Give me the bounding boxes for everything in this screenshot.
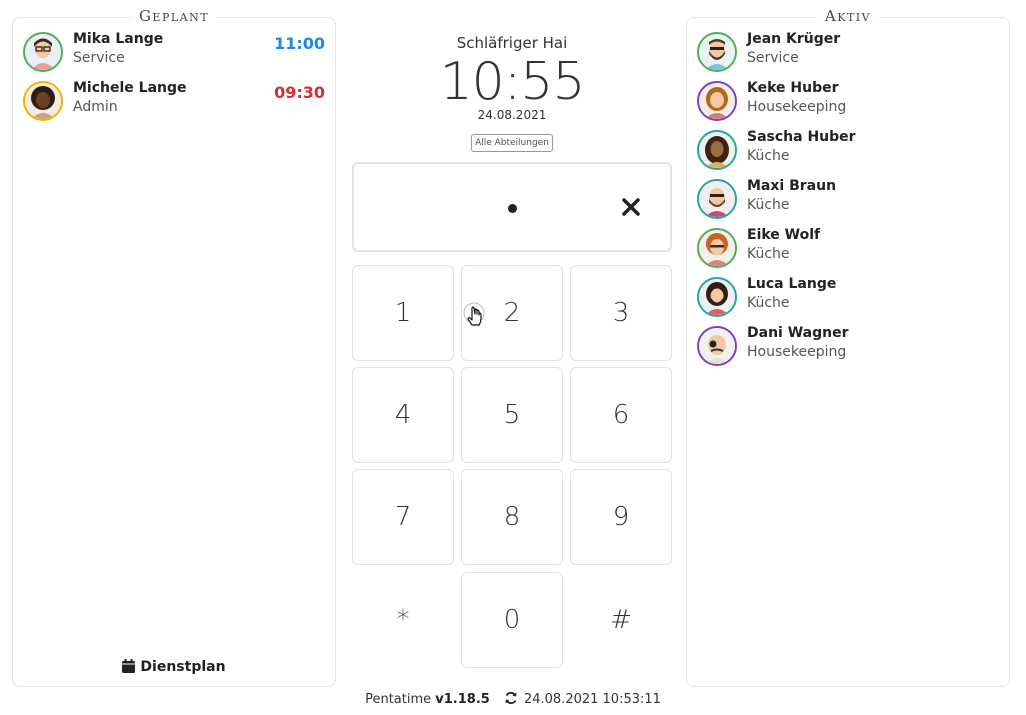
department-filter-button[interactable]: Alle Abteilungen xyxy=(471,134,553,152)
person-name: Jean Krüger xyxy=(747,31,841,47)
avatar xyxy=(697,326,737,366)
person-department: Küche xyxy=(747,148,790,164)
person-name: Luca Lange xyxy=(747,276,837,292)
person-department: Küche xyxy=(747,197,790,213)
avatar xyxy=(697,179,737,219)
active-person-eike[interactable]: Eike Wolf Küche xyxy=(697,227,999,272)
person-name: Mika Lange xyxy=(73,31,164,47)
key-hash[interactable]: # xyxy=(570,572,672,668)
avatar xyxy=(697,81,737,121)
planned-panel: Geplant Mika Lange Service 11:00 Michele… xyxy=(12,7,336,687)
active-person-keke[interactable]: Keke Huber Housekeeping xyxy=(697,80,999,125)
person-name: Dani Wagner xyxy=(747,325,849,341)
key-5[interactable]: 5 xyxy=(461,367,563,463)
avatar xyxy=(697,32,737,72)
clock: 10:55 xyxy=(439,52,586,112)
status-footer: Pentatime v1.18.5 24.08.2021 10:53:11 xyxy=(0,691,1026,707)
person-department: Service xyxy=(73,50,125,66)
close-icon[interactable] xyxy=(620,196,642,218)
planned-time: 11:00 xyxy=(274,34,325,53)
planned-person-michele[interactable]: Michele Lange Admin 09:30 xyxy=(23,80,325,125)
avatar xyxy=(23,32,63,72)
avatar xyxy=(697,277,737,317)
avatar xyxy=(23,81,63,121)
app-name: Pentatime xyxy=(365,692,432,707)
last-sync: 24.08.2021 10:53:11 xyxy=(523,692,661,707)
person-department: Admin xyxy=(73,99,118,115)
person-department: Housekeeping xyxy=(747,344,847,360)
pin-display xyxy=(352,162,672,252)
active-person-jean[interactable]: Jean Krüger Service xyxy=(697,31,999,76)
hand-pointer-icon xyxy=(462,300,488,336)
pin-dot xyxy=(508,204,517,213)
person-name: Eike Wolf xyxy=(747,227,821,243)
person-name: Keke Huber xyxy=(747,80,839,96)
key-3[interactable]: 3 xyxy=(570,265,672,361)
planned-person-mika[interactable]: Mika Lange Service 11:00 xyxy=(23,31,325,76)
person-name: Michele Lange xyxy=(73,80,187,96)
person-name: Sascha Huber xyxy=(747,129,856,145)
active-person-maxi[interactable]: Maxi Braun Küche xyxy=(697,178,999,223)
key-7[interactable]: 7 xyxy=(352,469,454,565)
planned-time: 09:30 xyxy=(274,83,325,102)
planned-panel-title: Geplant xyxy=(13,7,335,25)
person-department: Küche xyxy=(747,246,790,262)
calendar-icon xyxy=(122,659,140,675)
key-4[interactable]: 4 xyxy=(352,367,454,463)
key-6[interactable]: 6 xyxy=(570,367,672,463)
key-0[interactable]: 0 xyxy=(461,572,563,668)
avatar xyxy=(697,228,737,268)
person-name: Maxi Braun xyxy=(747,178,837,194)
app-version: v1.18.5 xyxy=(435,692,490,707)
key-9[interactable]: 9 xyxy=(570,469,672,565)
key-8[interactable]: 8 xyxy=(461,469,563,565)
refresh-icon[interactable] xyxy=(494,692,524,707)
schedule-link-label: Dienstplan xyxy=(140,659,226,675)
current-date: 24.08.2021 xyxy=(477,108,547,122)
person-department: Service xyxy=(747,50,799,66)
schedule-link[interactable]: Dienstplan xyxy=(13,659,335,675)
active-panel-title: Aktiv xyxy=(687,7,1009,25)
active-person-sascha[interactable]: Sascha Huber Küche xyxy=(697,129,999,174)
person-department: Housekeeping xyxy=(747,99,847,115)
person-department: Küche xyxy=(747,295,790,311)
active-panel: Aktiv Jean Krüger Service Keke Huber Hou… xyxy=(686,7,1010,687)
active-person-luca[interactable]: Luca Lange Küche xyxy=(697,276,999,321)
key-1[interactable]: 1 xyxy=(352,265,454,361)
active-person-dani[interactable]: Dani Wagner Housekeeping xyxy=(697,325,999,370)
key-star[interactable]: * xyxy=(352,572,454,668)
avatar xyxy=(697,130,737,170)
device-name: Schläfriger Hai xyxy=(456,34,568,52)
